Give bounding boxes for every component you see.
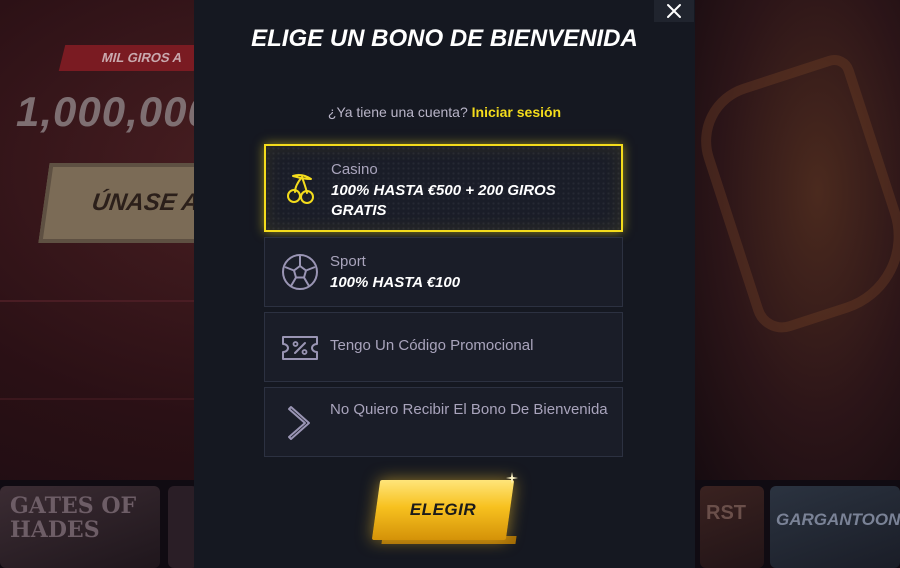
game-tile: GATES OF HADES xyxy=(0,486,160,568)
decorative-stripe xyxy=(0,300,194,400)
login-link[interactable]: Iniciar sesión xyxy=(472,104,561,120)
bonus-option-casino[interactable]: Casino 100% HASTA €500 + 200 GIROS GRATI… xyxy=(264,144,623,232)
join-button: ÚNASE A xyxy=(38,163,210,243)
bonus-option-sport[interactable]: Sport 100% HASTA €100 xyxy=(264,237,623,307)
hero-amount: 1,000,000 xyxy=(16,88,212,135)
soccer-ball-icon xyxy=(281,253,319,291)
sparkle-icon xyxy=(506,472,518,484)
welcome-bonus-modal: ELIGE UN BONO DE BIENVENIDA ¿Ya tiene un… xyxy=(194,0,695,568)
close-button[interactable] xyxy=(654,0,694,22)
game-tile-title: GATES OF HADES xyxy=(10,493,137,543)
game-tile-title: GARGANTOON xyxy=(776,510,900,529)
bonus-option-promo-code[interactable]: Tengo Un Código Promocional xyxy=(264,312,623,382)
option-label: Tengo Un Código Promocional xyxy=(330,337,534,354)
option-bonus-text: 100% HASTA €100 xyxy=(330,274,461,291)
option-label: Sport xyxy=(330,253,366,270)
cherries-icon xyxy=(282,169,320,207)
login-prompt-line: ¿Ya tiene una cuenta? Iniciar sesión xyxy=(194,104,695,120)
choose-button[interactable]: ELEGIR xyxy=(368,480,518,548)
option-label: No Quiero Recibir El Bono De Bienvenida xyxy=(330,401,608,418)
ticket-percent-icon xyxy=(281,329,319,367)
bonus-option-no-bonus[interactable]: No Quiero Recibir El Bono De Bienvenida xyxy=(264,387,623,457)
game-tile: GARGANTOON xyxy=(770,486,900,568)
game-tile: RST xyxy=(700,486,764,568)
close-icon xyxy=(667,4,681,18)
promo-ribbon: MIL GIROS A xyxy=(58,45,201,71)
modal-title: ELIGE UN BONO DE BIENVENIDA xyxy=(251,25,638,52)
login-prompt: ¿Ya tiene una cuenta? xyxy=(327,104,468,120)
option-label: Casino xyxy=(331,161,378,178)
choose-button-label: ELEGIR xyxy=(409,500,477,519)
chevron-right-icon xyxy=(281,404,319,442)
game-tile-title: RST xyxy=(706,502,746,524)
option-bonus-text: 100% HASTA €500 + 200 GIROS GRATIS xyxy=(331,182,556,219)
